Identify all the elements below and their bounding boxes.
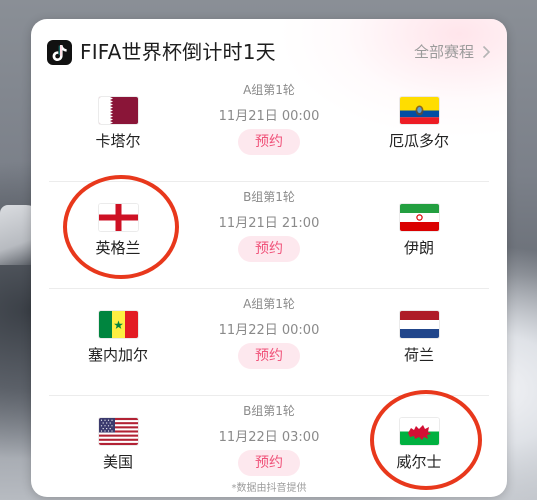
netherlands-flag-icon bbox=[400, 311, 439, 338]
match-time: 11月21日 21:00 bbox=[218, 216, 320, 231]
match-time: 11月22日 00:00 bbox=[218, 323, 320, 338]
reserve-button[interactable]: 预约 bbox=[238, 236, 300, 262]
match-round: B组第1轮 bbox=[243, 404, 295, 418]
match-round: A组第1轮 bbox=[243, 297, 295, 311]
team-name: 伊朗 bbox=[403, 239, 434, 257]
usa-flag-icon bbox=[99, 418, 138, 445]
team-name: 威尔士 bbox=[396, 453, 442, 471]
qatar-flag-icon bbox=[99, 97, 138, 124]
home-team[interactable]: 卡塔尔 bbox=[58, 75, 178, 182]
home-team[interactable]: 英格兰 bbox=[58, 182, 178, 289]
widget-header: FIFA世界杯倒计时1天 全部赛程 bbox=[31, 19, 507, 81]
chevron-right-icon bbox=[482, 45, 491, 58]
team-name: 卡塔尔 bbox=[95, 132, 141, 150]
england-flag-icon bbox=[99, 204, 138, 231]
all-schedule-link[interactable]: 全部赛程 bbox=[414, 41, 491, 62]
reserve-button[interactable]: 预约 bbox=[238, 129, 300, 155]
match-time: 11月22日 03:00 bbox=[218, 430, 320, 445]
widget-title: FIFA世界杯倒计时1天 bbox=[80, 40, 276, 64]
away-team[interactable]: 厄瓜多尔 bbox=[359, 75, 479, 182]
wales-flag-icon bbox=[400, 418, 439, 445]
match-list: 卡塔尔 A组第1轮 11月21日 00:00 预约 厄瓜多尔 英格兰 B组第1轮… bbox=[31, 75, 507, 497]
team-name: 荷兰 bbox=[403, 346, 434, 364]
match-row[interactable]: 英格兰 B组第1轮 11月21日 21:00 预约 伊朗 bbox=[31, 182, 507, 289]
data-source-note: *数据由抖音提供 bbox=[231, 483, 307, 494]
away-team[interactable]: 伊朗 bbox=[359, 182, 479, 289]
tiktok-logo-icon bbox=[47, 40, 72, 65]
team-name: 塞内加尔 bbox=[87, 346, 148, 364]
home-team[interactable]: 塞内加尔 bbox=[58, 289, 178, 396]
senegal-flag-icon bbox=[99, 311, 138, 338]
reserve-button[interactable]: 预约 bbox=[238, 450, 300, 476]
match-time: 11月21日 00:00 bbox=[218, 109, 320, 124]
reserve-button[interactable]: 预约 bbox=[238, 343, 300, 369]
iran-flag-icon bbox=[400, 204, 439, 231]
match-row[interactable]: 塞内加尔 A组第1轮 11月22日 00:00 预约 荷兰 bbox=[31, 289, 507, 396]
match-row[interactable]: 卡塔尔 A组第1轮 11月21日 00:00 预约 厄瓜多尔 bbox=[31, 75, 507, 182]
team-name: 厄瓜多尔 bbox=[388, 132, 449, 150]
team-name: 英格兰 bbox=[95, 239, 141, 257]
match-round: A组第1轮 bbox=[243, 83, 295, 97]
away-team[interactable]: 荷兰 bbox=[359, 289, 479, 396]
match-round: B组第1轮 bbox=[243, 190, 295, 204]
fifa-countdown-widget[interactable]: FIFA世界杯倒计时1天 全部赛程 卡塔尔 A组第1轮 11月21日 00:00… bbox=[31, 19, 507, 497]
ecuador-flag-icon bbox=[400, 97, 439, 124]
team-name: 美国 bbox=[102, 453, 133, 471]
all-schedule-label: 全部赛程 bbox=[413, 43, 474, 61]
